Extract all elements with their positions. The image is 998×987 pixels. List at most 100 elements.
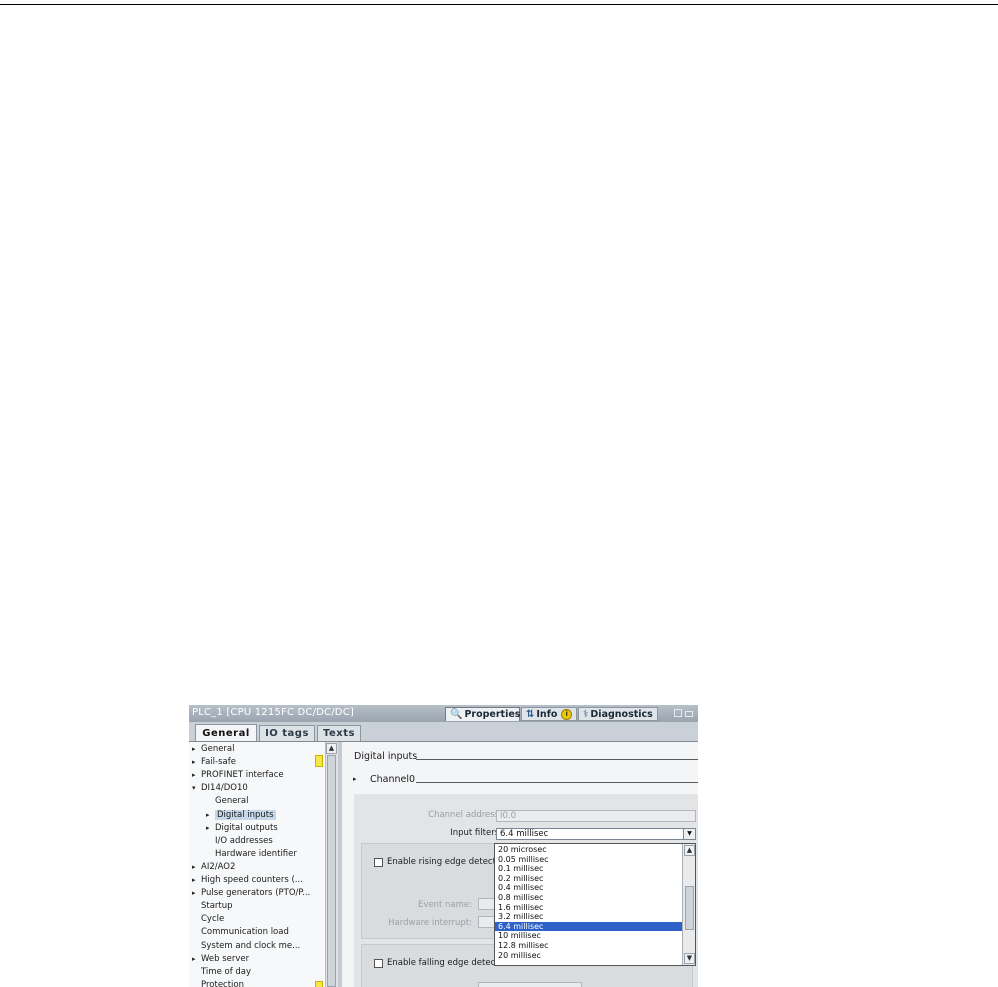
dropdown-scroll-thumb[interactable] [685, 886, 694, 930]
dropdown-option[interactable]: 0.2 millisec [495, 874, 682, 884]
dropdown-option[interactable]: 12.8 millisec [495, 941, 682, 951]
input-filters-select[interactable]: 6.4 millisec ▼ [496, 828, 696, 840]
dropdown-scroll-up-icon[interactable]: ▲ [684, 845, 695, 856]
sidebar-item-label: Protection [201, 979, 245, 987]
info-arrows-icon: ⇅ [526, 708, 535, 720]
chevron-down-icon[interactable]: ▾ [192, 782, 201, 794]
sidebar-item-label: General [201, 744, 235, 754]
falling-edge-label: Enable falling edge detection [387, 958, 512, 968]
dropdown-option[interactable]: 20 millisec [495, 951, 682, 961]
chevron-right-icon[interactable]: ▸ [192, 874, 201, 886]
sidebar-item[interactable]: ▸ Digital inputs [206, 809, 276, 821]
navigation-scrollbar[interactable]: ▲ [325, 742, 338, 987]
sidebar-item-label: DI14/DO10 [201, 783, 248, 794]
diagnostics-icon: ⚕ [583, 708, 589, 720]
sidebar-item-label: Web server [201, 953, 250, 964]
sidebar-item[interactable]: General [215, 795, 249, 807]
sidebar-item-label: Hardware identifier [215, 848, 297, 859]
sidebar-item-label: Startup [201, 901, 233, 912]
window-title: PLC_1 [CPU 1215FC DC/DC/DC] [192, 707, 354, 718]
sidebar-item-label: PROFINET interface [201, 770, 284, 781]
sidebar-item[interactable]: System and clock me... [201, 940, 300, 952]
top-rule [0, 4, 998, 5]
chevron-down-icon[interactable]: ▼ [683, 829, 695, 839]
rising-edge-label: Enable rising edge detection [387, 857, 509, 867]
tab-diagnostics-label: Diagnostics [590, 708, 653, 720]
sidebar-item-label: Digital outputs [215, 822, 278, 833]
sidebar-item[interactable]: I/O addresses [215, 835, 273, 847]
chevron-right-icon[interactable]: ▸ [192, 756, 201, 768]
input-filters-label: Input filters: [450, 828, 502, 838]
input-filters-value: 6.4 millisec [500, 829, 549, 839]
sidebar-item-label: Pulse generators (PTO/P... [201, 888, 311, 899]
page-tabs: General IO tags Texts [189, 722, 698, 742]
chevron-right-icon[interactable]: ▸ [206, 809, 215, 821]
sidebar-item[interactable]: Startup [201, 900, 233, 912]
sidebar-item-label: General [215, 796, 249, 807]
sidebar-item[interactable]: ▸ High speed counters (... [192, 874, 303, 886]
channel-address-label: Channel address: [428, 810, 502, 820]
tab-properties-label: Properties [464, 709, 521, 720]
title-bar: PLC_1 [CPU 1215FC DC/DC/DC] 🔍 Properties… [189, 705, 698, 722]
dropdown-option[interactable]: 0.05 millisec [495, 855, 682, 865]
tab-properties[interactable]: 🔍 Properties [445, 707, 520, 721]
channel-expand-icon[interactable]: ▸ [353, 775, 357, 783]
sidebar-item[interactable]: ▸ Digital outputs [206, 822, 278, 834]
tab-io-tags[interactable]: IO tags [259, 725, 315, 741]
falling-edge-checkbox[interactable] [374, 959, 383, 968]
sidebar-item-label: I/O addresses [215, 835, 273, 846]
sidebar-item[interactable]: Time of day [201, 966, 251, 978]
dropdown-option[interactable]: 3.2 millisec [495, 912, 682, 922]
sidebar-item[interactable]: Communication load [201, 926, 289, 938]
hardware-interrupt-label: Hardware interrupt: [388, 918, 472, 928]
tab-info[interactable]: ⇅ Info i [521, 707, 577, 721]
sidebar-item[interactable]: Hardware identifier [215, 848, 297, 860]
minimize-window-icon[interactable] [685, 711, 693, 717]
dropdown-option[interactable]: 0.8 millisec [495, 893, 682, 903]
dropdown-option[interactable]: 6.4 millisec [495, 921, 682, 932]
sidebar-item-label: Time of day [201, 966, 252, 977]
section-divider [416, 759, 698, 760]
input-filters-dropdown[interactable]: 20 microsec 0.05 millisec 0.1 millisec 0.2 … [494, 843, 696, 966]
dropdown-scrollbar[interactable]: ▲ ▼ [682, 844, 695, 965]
scrollbar-thumb[interactable] [327, 755, 336, 987]
chevron-right-icon[interactable]: ▸ [192, 887, 201, 899]
info-badge-icon: i [561, 708, 572, 720]
chevron-right-icon[interactable]: ▸ [206, 822, 215, 834]
sidebar-item[interactable]: ▸ AI2/AO2 [192, 861, 235, 873]
sidebar-item[interactable]: ▸ PROFINET interface [192, 769, 284, 781]
dropdown-scroll-down-icon[interactable]: ▼ [684, 953, 695, 964]
sidebar-item[interactable]: ▸ Web server [192, 953, 249, 965]
sidebar-item-label: System and clock me... [201, 940, 301, 951]
warning-marker-icon [315, 755, 323, 767]
dropdown-option[interactable]: 10 millisec [495, 931, 682, 941]
sidebar-item[interactable]: ▸ Pulse generators (PTO/P... [192, 887, 310, 899]
sidebar-item[interactable]: Protection [201, 979, 244, 987]
chevron-right-icon[interactable]: ▸ [192, 861, 201, 873]
sidebar-item[interactable]: Cycle [201, 913, 224, 925]
sidebar-item-label: Communication load [201, 927, 289, 938]
scroll-up-icon[interactable]: ▲ [326, 743, 337, 754]
channel-address-field: I0.0 [496, 810, 696, 822]
restore-window-icon[interactable] [674, 709, 682, 717]
tab-info-label: Info [536, 708, 558, 720]
sidebar-item[interactable]: ▾ DI14/DO10 [192, 782, 248, 794]
dropdown-option[interactable]: 20 microsec [495, 845, 682, 855]
sidebar-item[interactable]: ▸ Fail-safe [192, 756, 236, 768]
tab-general[interactable]: General [195, 724, 257, 741]
chevron-right-icon[interactable]: ▸ [192, 743, 201, 755]
chevron-right-icon[interactable]: ▸ [192, 769, 201, 781]
rising-edge-checkbox[interactable] [374, 858, 383, 867]
dropdown-option[interactable]: 1.6 millisec [495, 903, 682, 913]
dropdown-option[interactable]: 0.1 millisec [495, 864, 682, 874]
chevron-right-icon[interactable]: ▸ [192, 953, 201, 965]
sidebar-item-label: High speed counters (... [201, 875, 303, 885]
sidebar-item[interactable]: ▸ General [192, 743, 235, 755]
falling-event-name-field[interactable] [478, 982, 582, 987]
dropdown-option[interactable]: 0.4 millisec [495, 883, 682, 893]
tab-texts[interactable]: Texts [317, 725, 361, 741]
section-title: Digital inputs [354, 751, 418, 762]
tab-diagnostics[interactable]: ⚕ Diagnostics [578, 707, 658, 721]
inspector-window: PLC_1 [CPU 1215FC DC/DC/DC] 🔍 Properties… [189, 705, 698, 987]
warning-marker-icon-2 [315, 981, 323, 987]
